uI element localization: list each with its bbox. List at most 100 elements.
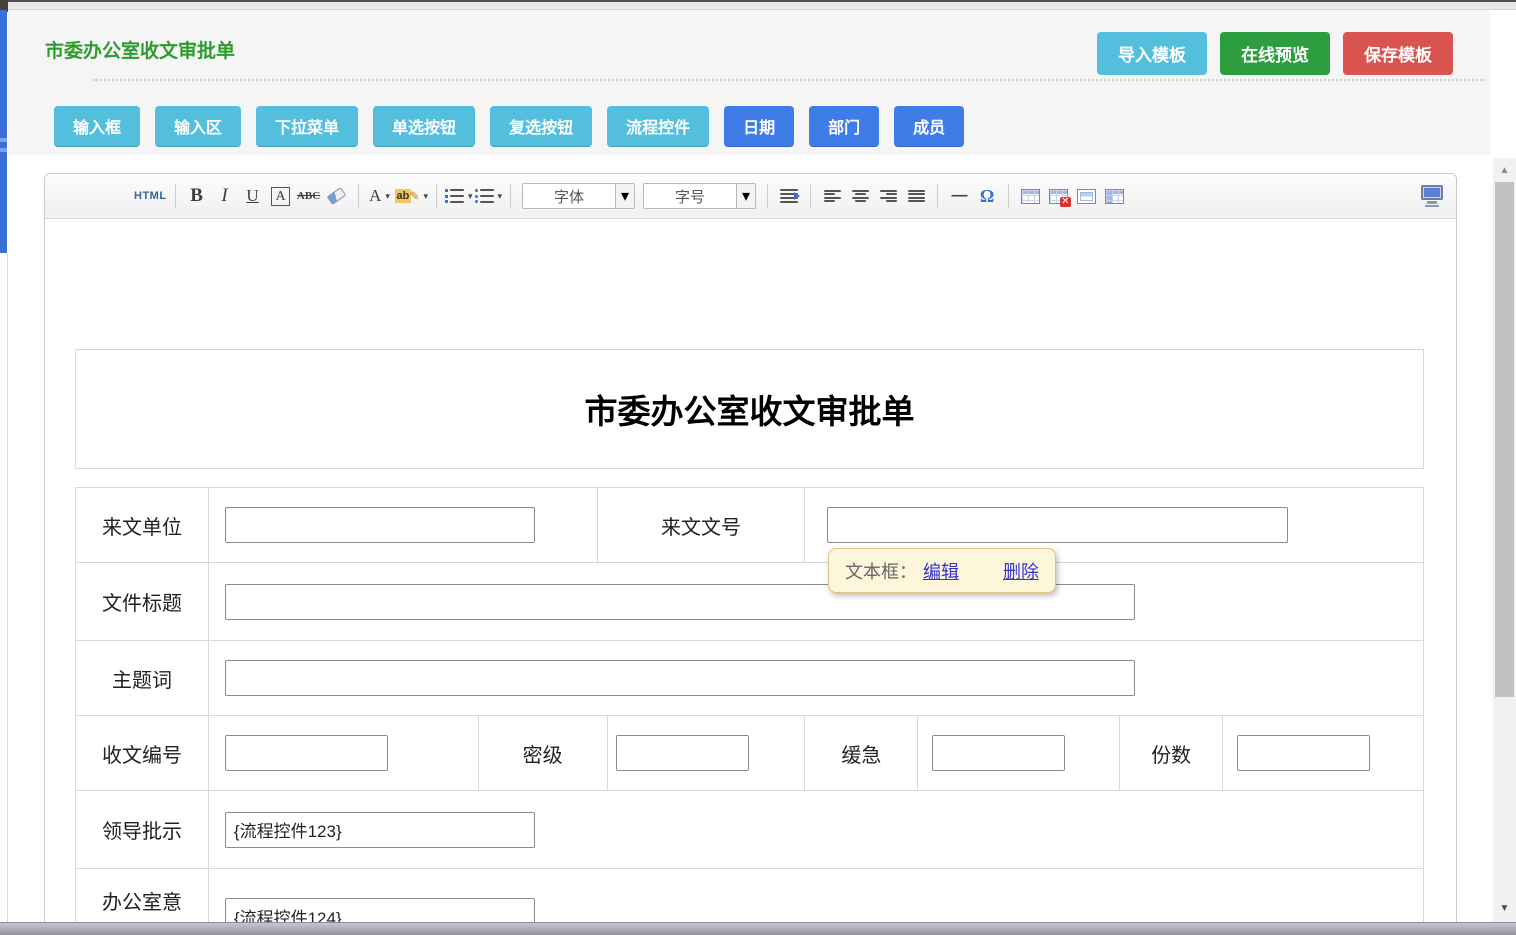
source-unit-input[interactable] (225, 507, 535, 543)
align-right-button[interactable] (875, 182, 901, 210)
label-copies: 份数 (1120, 716, 1223, 791)
left-accent-dash (0, 138, 7, 142)
toolbar-separator (175, 184, 176, 208)
urgency-input[interactable] (932, 735, 1065, 771)
document-number-input[interactable] (827, 507, 1288, 543)
remove-format-button[interactable] (324, 182, 350, 210)
page-title: 市委办公室收文审批单 (45, 36, 235, 63)
widget-department-button[interactable]: 部门 (809, 106, 879, 147)
table-properties-icon (1077, 189, 1096, 204)
align-justify-icon (908, 190, 925, 203)
subject-words-input[interactable] (225, 660, 1135, 696)
toolbar-separator (767, 184, 768, 208)
align-right-icon (880, 190, 897, 203)
font-family-select[interactable]: 字体 ▾ (522, 183, 635, 209)
widget-edit-tooltip: 文本框： 编辑 删除 (828, 548, 1056, 593)
format-block-button[interactable]: A (271, 187, 289, 206)
align-center-button[interactable] (847, 182, 873, 210)
font-color-button[interactable]: A ▾ (367, 182, 393, 210)
widget-radio-button[interactable]: 单选按钮 (373, 106, 475, 147)
save-template-button[interactable]: 保存模板 (1343, 32, 1453, 75)
delete-table-button[interactable]: ✕ (1045, 182, 1071, 210)
header-divider (93, 79, 1485, 81)
toolbar-separator (358, 184, 359, 208)
header-panel: 市委办公室收文审批单 导入模板 在线预览 保存模板 输入框 输入区 下拉菜单 单… (8, 10, 1490, 155)
import-template-button[interactable]: 导入模板 (1097, 32, 1207, 75)
widget-member-button[interactable]: 成员 (894, 106, 964, 147)
label-document-title: 文件标题 (76, 563, 209, 641)
label-leader-comments: 领导批示 (76, 791, 209, 869)
security-level-input[interactable] (616, 735, 749, 771)
fullscreen-button[interactable] (1419, 182, 1445, 210)
left-edge-accent (0, 10, 7, 253)
source-code-button[interactable]: HTML (134, 182, 167, 210)
widget-input-box-button[interactable]: 输入框 (54, 106, 140, 147)
chevron-down-icon: ▾ (736, 184, 755, 208)
horizontal-rule-button[interactable]: — (946, 182, 972, 210)
chevron-down-icon: ▾ (615, 184, 634, 208)
indent-button[interactable] (776, 182, 802, 210)
strikethrough-button[interactable]: ABC (296, 182, 322, 210)
ordered-list-button[interactable]: ▾ (445, 182, 473, 210)
label-source-unit: 来文单位 (76, 488, 209, 563)
unordered-list-button[interactable]: ▾ (475, 182, 503, 210)
action-button-row: 导入模板 在线预览 保存模板 (1097, 32, 1453, 75)
widget-date-button[interactable]: 日期 (724, 106, 794, 147)
table-cell (209, 563, 1424, 641)
align-left-button[interactable] (819, 182, 845, 210)
scroll-down-arrow-icon[interactable]: ▼ (1493, 900, 1516, 916)
copies-input[interactable] (1237, 735, 1370, 771)
table-cell (209, 641, 1424, 716)
toolbar-separator (810, 184, 811, 208)
label-subject-words: 主题词 (76, 641, 209, 716)
table-row: 主题词 (76, 641, 1424, 716)
table-row: 收文编号 密级 缓急 份数 (76, 716, 1424, 791)
table-icon (1021, 189, 1040, 204)
window-bottom-edge (0, 922, 1516, 935)
monitor-stand (1427, 201, 1437, 204)
cell-properties-icon (1105, 189, 1124, 204)
scrollbar-thumb[interactable] (1495, 182, 1514, 697)
indent-icon (780, 189, 798, 203)
label-document-number: 来文文号 (598, 488, 806, 563)
chevron-down-icon: ▾ (468, 191, 473, 202)
chevron-down-icon: ▾ (385, 191, 390, 202)
receipt-number-input[interactable] (225, 735, 388, 771)
tooltip-edit-link[interactable]: 编辑 (923, 558, 959, 584)
online-preview-button[interactable]: 在线预览 (1220, 32, 1330, 75)
pencil-icon: ✎ (409, 189, 419, 203)
left-hairline (7, 253, 8, 922)
underline-button[interactable]: U (240, 182, 266, 210)
insert-table-button[interactable] (1017, 182, 1043, 210)
tooltip-label: 文本框： (845, 558, 917, 584)
leader-comments-input[interactable] (225, 812, 535, 848)
monitor-base (1425, 205, 1439, 207)
widget-flow-control-button[interactable]: 流程控件 (607, 106, 709, 147)
scroll-up-arrow-icon[interactable]: ▲ (1493, 162, 1516, 178)
widget-textarea-button[interactable]: 输入区 (155, 106, 241, 147)
widget-dropdown-button[interactable]: 下拉菜单 (256, 106, 358, 147)
table-row: 领导批示 (76, 791, 1424, 869)
bullet-list-icon (475, 189, 494, 203)
vertical-scrollbar[interactable]: ▲ ▼ (1493, 158, 1516, 922)
align-center-icon (852, 190, 869, 203)
left-accent-dash (0, 148, 7, 152)
bold-button[interactable]: B (184, 182, 210, 210)
special-char-button[interactable]: Ω (974, 182, 1000, 210)
form-title-table: 市委办公室收文审批单 (75, 349, 1424, 469)
toolbar-separator (436, 184, 437, 208)
chevron-down-icon: ▾ (423, 191, 428, 202)
eraser-icon (327, 187, 347, 205)
tooltip-delete-link[interactable]: 删除 (1003, 558, 1039, 584)
cell-properties-button[interactable] (1101, 182, 1127, 210)
highlight-color-button[interactable]: ab ✎ ▾ (395, 182, 428, 210)
table-cell (918, 716, 1120, 791)
align-justify-button[interactable] (903, 182, 929, 210)
form-table: 来文单位 来文文号 文件标题 主题词 收文编号 密级 缓急 份数 (75, 487, 1424, 935)
table-properties-button[interactable] (1073, 182, 1099, 210)
table-cell (209, 716, 479, 791)
table-row: 文件标题 (76, 563, 1424, 641)
italic-button[interactable]: I (212, 182, 238, 210)
widget-checkbox-button[interactable]: 复选按钮 (490, 106, 592, 147)
font-size-select[interactable]: 字号 ▾ (643, 183, 756, 209)
